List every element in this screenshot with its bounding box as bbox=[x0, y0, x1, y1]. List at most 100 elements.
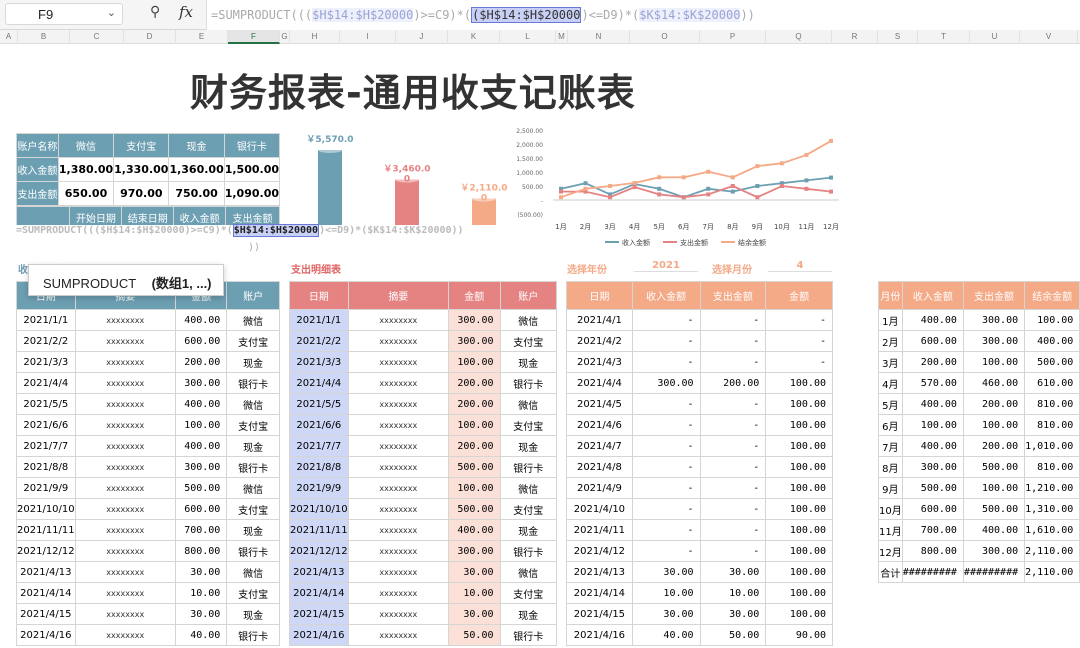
expense-cell[interactable]: 2021/2/2 bbox=[289, 330, 349, 352]
daily-cell[interactable]: 200.00 bbox=[699, 372, 767, 394]
income-cell[interactable]: 现金 bbox=[226, 435, 280, 457]
series-point[interactable] bbox=[583, 186, 588, 191]
income-cell[interactable]: xxxxxxxx bbox=[74, 498, 176, 520]
income-cell[interactable]: 2021/4/13 bbox=[16, 561, 76, 583]
expense-cell[interactable]: xxxxxxxx bbox=[347, 372, 450, 394]
daily-cell[interactable]: 2021/4/14 bbox=[566, 582, 633, 604]
expense-cell[interactable]: 银行卡 bbox=[499, 624, 557, 646]
column-header-D[interactable]: D bbox=[124, 30, 176, 44]
monthly-cell[interactable]: 7月 bbox=[878, 435, 903, 457]
daily-cell[interactable]: 10.00 bbox=[699, 582, 767, 604]
column-header-I[interactable]: I bbox=[340, 30, 396, 44]
column-header-J[interactable]: J bbox=[396, 30, 448, 44]
daily-cell[interactable]: 2021/4/6 bbox=[566, 414, 633, 436]
series-point[interactable] bbox=[730, 175, 735, 180]
income-cell[interactable]: 2021/4/16 bbox=[16, 624, 76, 646]
year-value[interactable]: 2021 bbox=[634, 260, 698, 272]
summary-value-cell[interactable]: 1,090.00 bbox=[223, 181, 281, 206]
monthly-cell[interactable]: 8月 bbox=[878, 456, 903, 478]
series-point[interactable] bbox=[829, 189, 833, 194]
expense-cell[interactable]: 微信 bbox=[499, 309, 557, 331]
zoom-icon[interactable]: ⚲ bbox=[150, 4, 170, 24]
income-cell[interactable]: 2021/7/7 bbox=[16, 435, 76, 457]
daily-cell[interactable]: - bbox=[631, 519, 701, 541]
income-cell[interactable]: 600.00 bbox=[174, 330, 228, 352]
income-cell[interactable]: 400.00 bbox=[174, 309, 228, 331]
monthly-cell[interactable]: 1月 bbox=[878, 309, 903, 331]
chevron-down-icon[interactable]: ⌄ bbox=[107, 6, 116, 19]
expense-cell[interactable]: 2021/11/11 bbox=[289, 519, 349, 541]
expense-cell[interactable]: 2021/10/10 bbox=[289, 498, 349, 520]
column-header-A[interactable]: A bbox=[0, 30, 18, 44]
daily-cell[interactable]: 2021/4/1 bbox=[566, 309, 633, 331]
expense-cell[interactable]: xxxxxxxx bbox=[347, 414, 450, 436]
column-header-S[interactable]: S bbox=[878, 30, 918, 44]
expense-cell[interactable]: 现金 bbox=[499, 519, 557, 541]
daily-cell[interactable]: 2021/4/11 bbox=[566, 519, 633, 541]
column-header-M[interactable]: M bbox=[556, 30, 568, 44]
daily-cell[interactable]: - bbox=[631, 477, 701, 499]
expense-cell[interactable]: 100.00 bbox=[448, 351, 501, 373]
expense-cell[interactable]: 支付宝 bbox=[499, 330, 557, 352]
expense-cell[interactable]: 30.00 bbox=[448, 561, 501, 583]
summary-value-cell[interactable]: 650.00 bbox=[57, 181, 115, 206]
monthly-cell[interactable]: 700.00 bbox=[901, 519, 964, 541]
series-point[interactable] bbox=[779, 184, 784, 188]
series-point[interactable] bbox=[657, 175, 662, 180]
daily-cell[interactable]: - bbox=[631, 435, 701, 457]
daily-cell[interactable]: 30.00 bbox=[631, 561, 701, 583]
summary-value-cell[interactable]: 1,500.00 bbox=[223, 157, 281, 182]
expense-cell[interactable]: 2021/4/14 bbox=[289, 582, 349, 604]
income-cell[interactable]: 银行卡 bbox=[226, 540, 280, 562]
series-point[interactable] bbox=[583, 181, 588, 186]
daily-cell[interactable]: 2021/4/10 bbox=[566, 498, 633, 520]
daily-cell[interactable]: - bbox=[699, 330, 767, 352]
monthly-cell[interactable]: 2月 bbox=[878, 330, 903, 352]
expense-cell[interactable]: 2021/3/3 bbox=[289, 351, 349, 373]
daily-cell[interactable]: - bbox=[765, 309, 833, 331]
series-line-2[interactable] bbox=[560, 140, 832, 199]
expense-cell[interactable]: 300.00 bbox=[448, 309, 501, 331]
daily-cell[interactable]: 40.00 bbox=[631, 624, 701, 646]
summary-value-cell[interactable]: 1,330.00 bbox=[113, 157, 170, 182]
income-cell[interactable]: 银行卡 bbox=[226, 372, 280, 394]
expense-cell[interactable]: 银行卡 bbox=[499, 372, 557, 394]
expense-cell[interactable]: 现金 bbox=[499, 603, 557, 625]
summary-row-label[interactable]: 支出金额 bbox=[16, 181, 59, 206]
income-cell[interactable]: 微信 bbox=[226, 477, 280, 499]
expense-cell[interactable]: xxxxxxxx bbox=[347, 330, 450, 352]
income-cell[interactable]: 支付宝 bbox=[226, 330, 280, 352]
expense-cell[interactable]: 现金 bbox=[499, 435, 557, 457]
income-cell[interactable]: xxxxxxxx bbox=[74, 561, 176, 583]
daily-cell[interactable]: - bbox=[631, 351, 701, 373]
monthly-cell[interactable]: 600.00 bbox=[901, 330, 964, 352]
daily-cell[interactable]: - bbox=[699, 414, 767, 436]
summary-value-cell[interactable]: 1,380.00 bbox=[57, 157, 115, 182]
income-cell[interactable]: 微信 bbox=[226, 393, 280, 415]
daily-cell[interactable]: - bbox=[631, 330, 701, 352]
income-cell[interactable]: 10.00 bbox=[174, 582, 228, 604]
income-cell[interactable]: xxxxxxxx bbox=[74, 330, 176, 352]
monthly-cell[interactable]: 500.00 bbox=[962, 498, 1026, 520]
income-cell[interactable]: 银行卡 bbox=[226, 456, 280, 478]
income-cell[interactable]: 100.00 bbox=[174, 414, 228, 436]
income-cell[interactable]: 30.00 bbox=[174, 603, 228, 625]
monthly-cell[interactable]: 810.00 bbox=[1024, 456, 1080, 478]
expense-cell[interactable]: 支付宝 bbox=[499, 582, 557, 604]
monthly-cell[interactable]: 800.00 bbox=[901, 540, 964, 562]
cell-formula-editor[interactable]: =SUMPRODUCT((($H$14:$H$20000)>=C9)*($H$1… bbox=[16, 224, 524, 241]
daily-cell[interactable]: 100.00 bbox=[765, 582, 833, 604]
daily-cell[interactable]: - bbox=[631, 393, 701, 415]
summary-value-cell[interactable]: 750.00 bbox=[168, 181, 225, 206]
income-cell[interactable]: 2021/9/9 bbox=[16, 477, 76, 499]
daily-cell[interactable]: 2021/4/3 bbox=[566, 351, 633, 373]
income-cell[interactable]: 2021/11/11 bbox=[16, 519, 76, 541]
daily-cell[interactable]: 2021/4/9 bbox=[566, 477, 633, 499]
income-cell[interactable]: 300.00 bbox=[174, 456, 228, 478]
expense-cell[interactable]: xxxxxxxx bbox=[347, 540, 450, 562]
daily-cell[interactable]: 100.00 bbox=[765, 477, 833, 499]
daily-cell[interactable]: 100.00 bbox=[765, 435, 833, 457]
expense-cell[interactable]: 2021/4/13 bbox=[289, 561, 349, 583]
daily-cell[interactable]: - bbox=[631, 456, 701, 478]
monthly-cell[interactable]: 810.00 bbox=[1024, 393, 1080, 415]
